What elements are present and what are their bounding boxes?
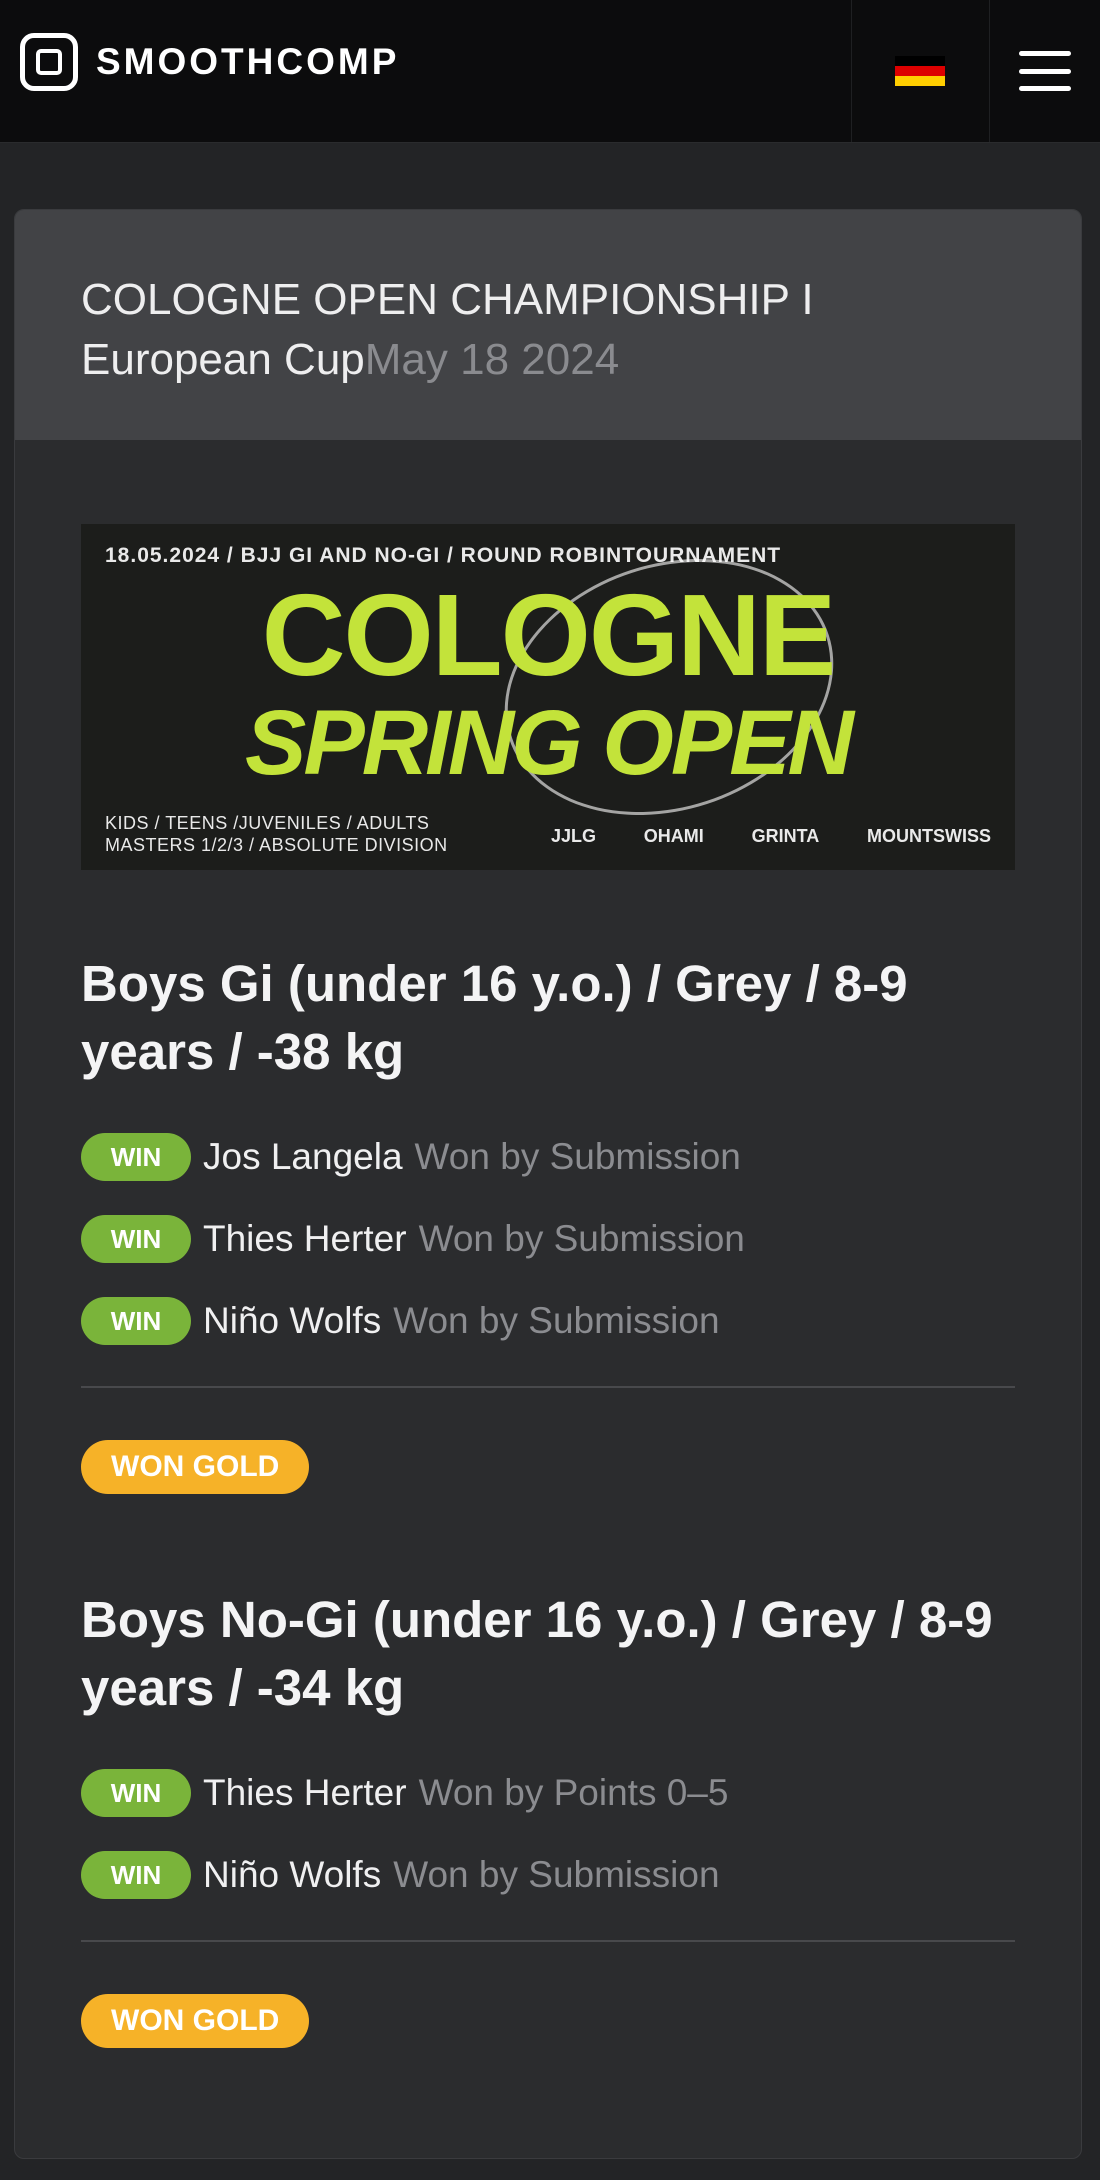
sponsor-logo: MOUNTSWISS bbox=[867, 826, 991, 846]
opponent-name[interactable]: Jos Langela bbox=[203, 1136, 403, 1178]
germany-flag-icon bbox=[895, 56, 945, 86]
match-row[interactable]: WIN Thies Herter Won by Points 0–5 bbox=[81, 1768, 1015, 1818]
division-section: Boys Gi (under 16 y.o.) / Grey / 8-9 yea… bbox=[81, 950, 1015, 1494]
banner-sponsors: JJLG OHAMI GRINTA MOUNTSWISS bbox=[551, 826, 991, 847]
banner-headline-2: SPRING OPEN bbox=[244, 692, 854, 794]
sponsor-logo: GRINTA bbox=[751, 826, 820, 846]
sponsor-logo: JJLG bbox=[551, 826, 597, 846]
win-method: Won by Submission bbox=[414, 1136, 741, 1177]
match-row[interactable]: WIN Niño Wolfs Won by Submission bbox=[81, 1296, 1015, 1346]
win-badge: WIN bbox=[81, 1215, 191, 1263]
win-badge: WIN bbox=[81, 1769, 191, 1817]
match-list: WIN Jos Langela Won by Submission WIN Th… bbox=[81, 1132, 1015, 1346]
match-list: WIN Thies Herter Won by Points 0–5 WIN N… bbox=[81, 1768, 1015, 1900]
hamburger-menu-icon bbox=[1019, 51, 1071, 91]
match-row[interactable]: WIN Thies Herter Won by Submission bbox=[81, 1214, 1015, 1264]
division-title[interactable]: Boys No-Gi (under 16 y.o.) / Grey / 8-9 … bbox=[81, 1586, 1015, 1722]
banner-bottom-line-1: KIDS / TEENS /JUVENILES / ADULTS bbox=[105, 813, 430, 833]
win-method: Won by Submission bbox=[418, 1218, 745, 1259]
win-method: Won by Points 0–5 bbox=[418, 1772, 729, 1813]
win-method: Won by Submission bbox=[393, 1854, 720, 1895]
opponent-name[interactable]: Thies Herter bbox=[203, 1218, 407, 1260]
win-badge: WIN bbox=[81, 1133, 191, 1181]
event-date: May 18 2024 bbox=[364, 335, 620, 384]
smoothcomp-logo-icon bbox=[20, 33, 78, 91]
menu-button[interactable] bbox=[990, 0, 1100, 142]
sponsor-logo: OHAMI bbox=[643, 826, 704, 846]
smoothcomp-logo[interactable]: SMOOTHCOMP bbox=[20, 33, 399, 91]
opponent-name[interactable]: Thies Herter bbox=[203, 1772, 407, 1814]
win-method: Won by Submission bbox=[393, 1300, 720, 1341]
event-header[interactable]: COLOGNE OPEN CHAMPIONSHIP I European Cup… bbox=[15, 210, 1081, 440]
match-row[interactable]: WIN Jos Langela Won by Submission bbox=[81, 1132, 1015, 1182]
match-row[interactable]: WIN Niño Wolfs Won by Submission bbox=[81, 1850, 1015, 1900]
win-badge: WIN bbox=[81, 1851, 191, 1899]
language-selector-button[interactable] bbox=[852, 0, 988, 142]
placement-badge: WON GOLD bbox=[81, 1440, 310, 1494]
opponent-name[interactable]: Niño Wolfs bbox=[203, 1854, 381, 1896]
divider bbox=[81, 1940, 1015, 1942]
top-navigation-bar: SMOOTHCOMP bbox=[0, 0, 1100, 143]
division-title[interactable]: Boys Gi (under 16 y.o.) / Grey / 8-9 yea… bbox=[81, 950, 1015, 1086]
banner-headline-1: COLOGNE bbox=[261, 570, 836, 700]
divider bbox=[81, 1386, 1015, 1388]
banner-bottom-line-2: MASTERS 1/2/3 / ABSOLUTE DIVISION bbox=[105, 835, 448, 855]
event-banner-image: 18.05.2024 / BJJ GI AND NO-GI / ROUND RO… bbox=[81, 524, 1015, 870]
event-results-card: COLOGNE OPEN CHAMPIONSHIP I European Cup… bbox=[14, 209, 1082, 2159]
brand-name: SMOOTHCOMP bbox=[96, 41, 400, 82]
win-badge: WIN bbox=[81, 1297, 191, 1345]
banner-bottom-text: KIDS / TEENS /JUVENILES / ADULTS MASTERS… bbox=[105, 812, 448, 856]
opponent-name[interactable]: Niño Wolfs bbox=[203, 1300, 381, 1342]
division-section: Boys No-Gi (under 16 y.o.) / Grey / 8-9 … bbox=[81, 1586, 1015, 2048]
placement-badge: WON GOLD bbox=[81, 1994, 310, 2048]
